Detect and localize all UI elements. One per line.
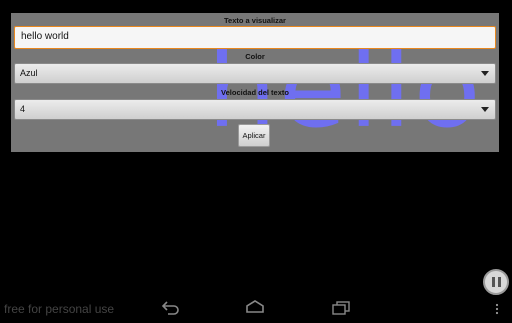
home-icon[interactable] [244, 300, 266, 314]
recent-apps-icon[interactable] [331, 300, 351, 316]
color-label: Color [245, 52, 265, 61]
pause-button[interactable] [483, 269, 509, 295]
speed-select[interactable]: 4 [14, 99, 496, 120]
speed-select-value: 4 [20, 104, 26, 114]
watermark-text: free for personal use [4, 302, 115, 316]
apply-button[interactable]: Aplicar [238, 124, 270, 147]
settings-panel: hello Texto a visualizar hello world Col… [11, 13, 499, 152]
speed-label: Velocidad del texto [221, 88, 289, 97]
back-icon[interactable] [160, 300, 180, 316]
color-select-value: Azul [20, 68, 38, 78]
color-select[interactable]: Azul [14, 63, 496, 84]
text-label: Texto a visualizar [224, 16, 286, 25]
dropdown-arrow-icon [481, 107, 489, 112]
text-input[interactable]: hello world [14, 26, 496, 49]
overflow-menu-icon[interactable] [494, 303, 500, 315]
dropdown-arrow-icon [481, 71, 489, 76]
